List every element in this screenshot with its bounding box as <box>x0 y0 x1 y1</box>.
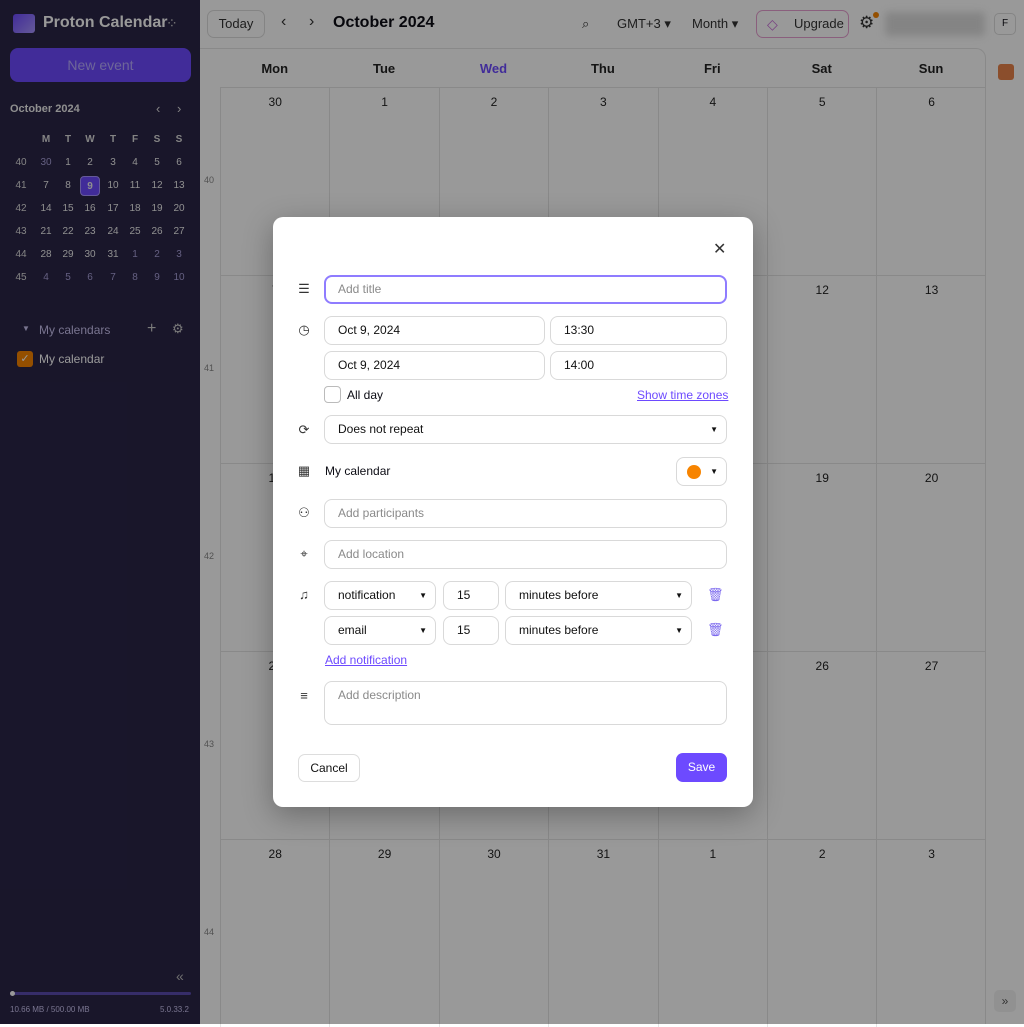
cancel-button[interactable]: Cancel <box>298 754 360 782</box>
notification-unit-value: minutes before <box>519 588 599 602</box>
notification-unit-select[interactable]: minutes before ▼ <box>505 581 692 610</box>
end-time-input[interactable]: 14:00 <box>550 351 727 380</box>
notification-value-input[interactable]: 15 <box>443 581 499 610</box>
clock-icon: ◷ <box>298 322 310 337</box>
start-time-input[interactable]: 13:30 <box>550 316 727 345</box>
end-date-input[interactable]: Oct 9, 2024 <box>324 351 545 380</box>
notification-unit-value: minutes before <box>519 623 599 637</box>
notification-value-input[interactable]: 15 <box>443 616 499 645</box>
calendar-label: My calendar <box>325 464 391 478</box>
show-time-zones-link[interactable]: Show time zones <box>637 388 728 402</box>
all-day-label: All day <box>347 388 384 402</box>
participants-input[interactable]: Add participants <box>324 499 727 528</box>
trash-icon[interactable]: 🗑 <box>707 587 724 603</box>
description-icon: ≡ <box>300 688 308 703</box>
title-icon: ☰ <box>298 281 310 296</box>
bell-icon: ♫ <box>299 587 309 602</box>
location-input[interactable]: Add location <box>324 540 727 569</box>
repeat-value: Does not repeat <box>338 422 424 436</box>
event-modal: ✕ ☰ Add title ◷ Oct 9, 2024 13:30 Oct 9,… <box>273 217 753 807</box>
notification-unit-select[interactable]: minutes before ▼ <box>505 616 692 645</box>
calendar-icon: ▦ <box>297 463 311 478</box>
description-textarea[interactable]: Add description <box>324 681 727 725</box>
caret-down-icon: ▼ <box>419 591 427 600</box>
repeat-icon: ⟳ <box>298 422 310 437</box>
close-icon[interactable]: ✕ <box>713 239 726 259</box>
location-pin-icon: ⌖ <box>300 546 308 561</box>
caret-down-icon: ▼ <box>675 591 683 600</box>
participants-icon: ⚇ <box>298 505 310 520</box>
add-notification-link[interactable]: Add notification <box>325 653 407 667</box>
repeat-select[interactable]: Does not repeat ▼ <box>324 415 727 444</box>
calendar-color-select[interactable]: ▼ <box>676 457 727 486</box>
trash-icon[interactable]: 🗑 <box>707 622 724 638</box>
start-date-input[interactable]: Oct 9, 2024 <box>324 316 545 345</box>
notification-type-select[interactable]: email ▼ <box>324 616 436 645</box>
save-button[interactable]: Save <box>676 753 727 782</box>
notification-type-select[interactable]: notification ▼ <box>324 581 436 610</box>
title-input[interactable]: Add title <box>324 275 727 304</box>
caret-down-icon: ▼ <box>419 626 427 635</box>
calendar-color-swatch <box>687 465 701 479</box>
caret-down-icon: ▼ <box>675 626 683 635</box>
all-day-checkbox[interactable] <box>324 386 341 403</box>
